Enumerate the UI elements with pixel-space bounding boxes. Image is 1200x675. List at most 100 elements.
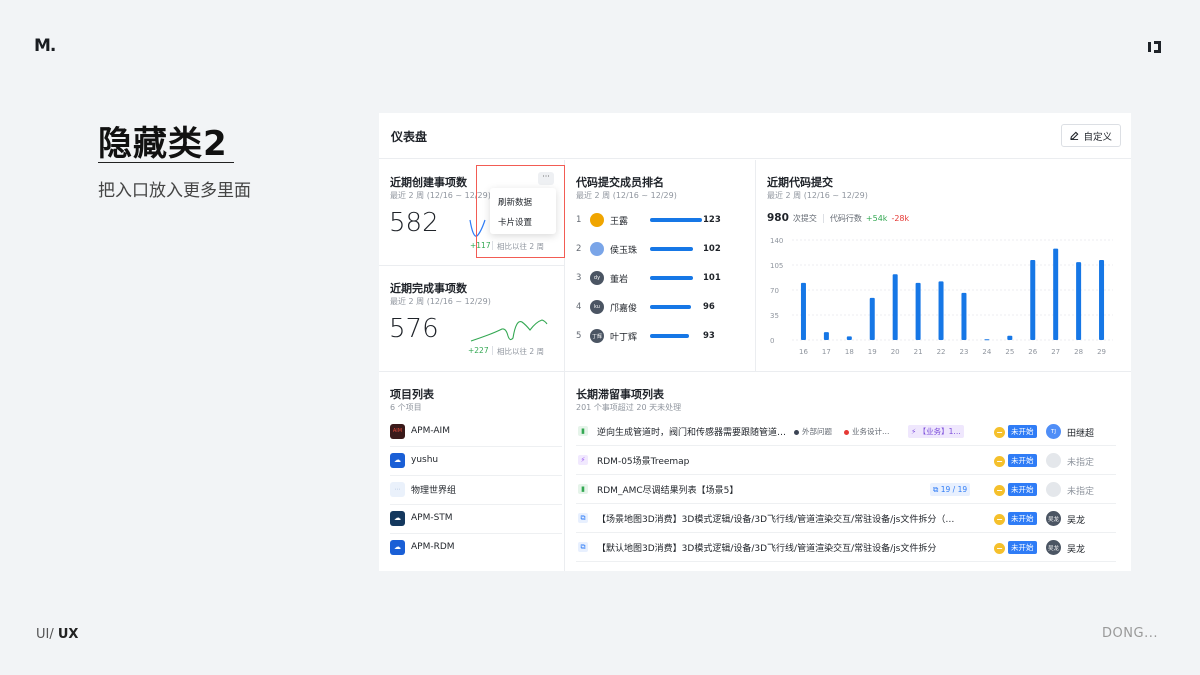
card-stale-issues: 长期滞留事项列表 201 个事项超过 20 天未处理 ▮ 逆向生成管道时，阀门和传…: [565, 372, 1131, 571]
status-badge[interactable]: 未开始: [1008, 454, 1037, 467]
metric-delta: +117: [470, 241, 491, 250]
assignee-name: 田继超: [1067, 429, 1095, 439]
card-recent-commits: 近期代码提交 最近 2 周 (12/16 ~ 12/29) 980 次提交 代码…: [756, 160, 1131, 372]
title-underline: [98, 162, 234, 163]
project-item[interactable]: ☁ APM-RDM: [390, 539, 455, 555]
chart-bar[interactable]: [846, 336, 852, 340]
subtask-count: ⧉ 19 / 19: [930, 483, 971, 496]
priority-icon: −: [994, 427, 1005, 438]
chart-bar[interactable]: [1099, 260, 1105, 340]
rank-number: 5: [576, 331, 582, 341]
compare-label: 相比以往 2 周: [497, 347, 545, 356]
menu-item-refresh[interactable]: 刷新数据: [490, 193, 556, 213]
chart-bar[interactable]: [938, 281, 944, 340]
footer-left-a: UI/: [36, 627, 54, 642]
x-tick-label: 17: [822, 348, 831, 356]
x-tick-label: 22: [937, 348, 946, 356]
project-item[interactable]: ☁ APM-STM: [390, 510, 453, 526]
issue-row[interactable]: ⧉ 【场景地图3D消费】3D模式逻辑/设备/3D飞行线/管道渲染交互/常驻设备/j…: [565, 504, 1119, 533]
card-subtitle: 201 个事项超过 20 天未处理: [576, 403, 682, 412]
avatar: ku: [590, 300, 604, 314]
x-tick-label: 27: [1051, 348, 1060, 356]
issue-row[interactable]: ⧉ 【默认地图3D消费】3D模式逻辑/设备/3D飞行线/管道渲染交互/常驻设备/j…: [565, 533, 1119, 562]
issue-type-icon: ▮: [578, 426, 588, 436]
priority-icon: −: [994, 543, 1005, 554]
chart-bar[interactable]: [800, 282, 806, 340]
project-item[interactable]: ⋯ 物理世界组: [390, 481, 456, 497]
divider: [492, 346, 493, 355]
chart-bar[interactable]: [1007, 335, 1013, 340]
rank-bar: [650, 305, 691, 309]
trend-sparkline: [470, 319, 548, 342]
card-title: 近期完成事项数: [390, 282, 467, 295]
ranking-row: 4 ku 邝嘉俊: [576, 298, 691, 316]
project-item[interactable]: ☁ yushu: [390, 452, 438, 468]
chart-bar[interactable]: [1076, 262, 1082, 340]
footer-left-b: UX: [57, 627, 79, 642]
customize-button[interactable]: 自定义: [1061, 124, 1121, 147]
chart-bar[interactable]: [1053, 248, 1059, 340]
issue-row[interactable]: ⚡ RDM-05场景Treemap − 未开始 未指定: [565, 446, 1119, 475]
more-button[interactable]: ···: [538, 172, 554, 185]
x-tick-label: 18: [845, 348, 854, 356]
chart-bar[interactable]: [869, 297, 875, 340]
y-tick-label: 0: [770, 337, 774, 345]
x-tick-label: 23: [960, 348, 969, 356]
card-created-issues: 近期创建事项数 最近 2 周 (12/16 ~ 12/29) 582 +117 …: [379, 160, 565, 266]
avatar: [590, 242, 604, 256]
x-tick-label: 26: [1028, 348, 1037, 356]
project-name: APM-AIM: [411, 426, 450, 436]
x-tick-label: 20: [891, 348, 900, 356]
x-tick-label: 19: [868, 348, 877, 356]
issue-row[interactable]: ▮ RDM_AMC尽调结果列表【场景5】 ⧉ 19 / 19 − 未开始 未指定: [565, 475, 1119, 504]
lines-removed: -28k: [891, 213, 910, 223]
issue-title: 逆向生成管道时，阀门和传感器需要跟随管道…: [597, 428, 787, 438]
rank-number: 1: [576, 215, 582, 225]
slide-title: 隐藏类2: [98, 124, 228, 164]
y-tick-label: 35: [770, 312, 779, 320]
rank-bar: [650, 334, 689, 338]
avatar: [590, 213, 604, 227]
ranking-row: 5 丁辉 叶丁辉: [576, 327, 689, 345]
card-completed-issues: 近期完成事项数 最近 2 周 (12/16 ~ 12/29) 576 +227 …: [379, 266, 565, 372]
footer-right: DONG...: [1102, 626, 1158, 641]
project-item[interactable]: AIM APM-AIM: [390, 423, 450, 439]
issue-title: RDM_AMC尽调结果列表【场景5】: [597, 486, 739, 496]
rank-bar: [650, 276, 693, 280]
x-tick-label: 28: [1074, 348, 1083, 356]
project-icon: ☁: [390, 539, 405, 555]
row-divider: [390, 446, 562, 447]
chart-bar[interactable]: [984, 339, 990, 341]
row-divider: [390, 504, 562, 505]
status-badge[interactable]: 未开始: [1008, 541, 1037, 554]
chart-bar[interactable]: [892, 274, 898, 340]
metric-value: 582: [389, 208, 439, 238]
commit-summary: 980 次提交 代码行数 +54k -28k: [767, 212, 909, 224]
card-title: 项目列表: [390, 388, 434, 401]
card-subtitle: 最近 2 周 (12/16 ~ 12/29): [390, 191, 491, 200]
rank-bar: [650, 218, 702, 222]
y-tick-label: 105: [770, 262, 783, 270]
status-badge[interactable]: 未开始: [1008, 425, 1037, 438]
assignee-name: 未指定: [1067, 458, 1095, 468]
avatar: [1046, 482, 1061, 497]
menu-item-card-settings[interactable]: 卡片设置: [490, 213, 556, 233]
status-badge[interactable]: 未开始: [1008, 512, 1037, 525]
y-tick-label: 140: [770, 237, 783, 245]
card-subtitle: 最近 2 周 (12/16 ~ 12/29): [767, 191, 868, 200]
card-title: 代码提交成员排名: [576, 176, 664, 189]
more-dropdown-menu: 刷新数据 卡片设置: [490, 188, 556, 234]
chart-bar[interactable]: [1030, 260, 1036, 340]
project-name: 物理世界组: [411, 485, 457, 496]
member-name: 叶丁辉: [610, 332, 638, 343]
chart-bar[interactable]: [961, 292, 967, 340]
commit-total-label: 次提交: [792, 213, 817, 223]
chart-bar[interactable]: [823, 332, 829, 340]
chart-bar[interactable]: [915, 282, 921, 340]
x-tick-label: 29: [1097, 348, 1106, 356]
member-name: 邝嘉俊: [610, 303, 638, 314]
issue-row[interactable]: ▮ 逆向生成管道时，阀门和传感器需要跟随管道… 外部问题 业务设计… ⚡ 【业务】1… −…: [565, 417, 1119, 446]
status-badge[interactable]: 未开始: [1008, 483, 1037, 496]
project-icon-text: AIM: [392, 428, 403, 434]
bracket-icon: [1148, 41, 1161, 53]
